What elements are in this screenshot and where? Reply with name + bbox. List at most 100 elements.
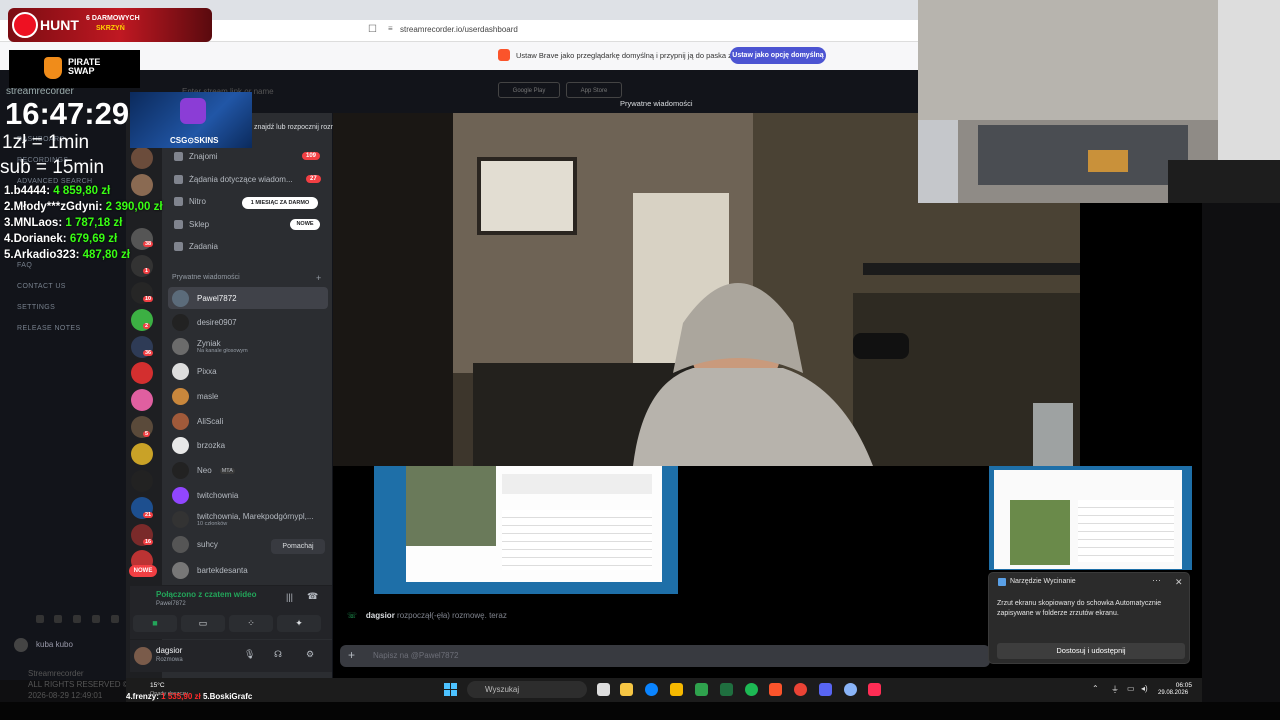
camera-button[interactable]: ■ (133, 615, 177, 632)
excel-icon[interactable] (720, 683, 733, 696)
avatar[interactable] (14, 638, 28, 652)
shop-icon (174, 220, 183, 229)
discord-icon[interactable] (36, 615, 44, 623)
weather-temp[interactable]: 15°C (150, 682, 165, 689)
donor-name: 3.MNLaos: (4, 217, 63, 229)
youtube-icon[interactable] (92, 615, 100, 623)
activities-button[interactable]: ⁘ (229, 615, 273, 632)
dm-item[interactable]: twitchownia (172, 487, 238, 504)
nav-contact-us[interactable]: CONTACT US (17, 283, 66, 290)
set-default-button[interactable]: Ustaw jako opcję domyślną (730, 47, 826, 64)
dm-item[interactable]: desire0907 (172, 314, 237, 331)
usb-icon[interactable]: ⏚ (1111, 684, 1119, 695)
dm-item[interactable]: suhcy (172, 536, 218, 553)
soundboard-button[interactable]: ✦ (277, 615, 321, 632)
footer-rights: ALL RIGHTS RESERVED © (28, 680, 129, 689)
site-info-icon[interactable]: ≡ (388, 24, 393, 33)
spotify-icon[interactable] (745, 683, 758, 696)
url-text[interactable]: streamrecorder.io/userdashboard (400, 25, 518, 34)
nav-advanced-search[interactable]: ADVANCED SEARCH (17, 178, 93, 185)
dm-item[interactable]: Neo MTA (172, 462, 235, 479)
edit-share-button[interactable]: Dostosuj i udostępnij (997, 643, 1185, 659)
brave-icon[interactable] (769, 683, 782, 696)
gear-icon[interactable]: ⚙ (306, 649, 314, 660)
avatar[interactable] (134, 647, 152, 665)
nitro-item[interactable]: Nitro (174, 197, 206, 206)
app-store-badge[interactable]: App Store (566, 82, 622, 98)
ticker-name-2: 5.BoskiGrafc (202, 692, 253, 701)
dm-item[interactable]: bartekdesanta (172, 562, 248, 579)
hunt-logo (12, 12, 38, 38)
attach-icon[interactable]: + (348, 648, 355, 662)
dm-item[interactable]: twitchownia, Marekpodgórnypl,... 10 człon… (172, 511, 314, 528)
donor-amount: 1 787,18 zł (65, 217, 123, 229)
mic-icon[interactable]: 🎙 (244, 649, 255, 660)
wave-button[interactable]: Pomachaj (271, 539, 325, 554)
account-name[interactable]: kuba kubo (36, 640, 73, 649)
message-author[interactable]: dagsior (366, 611, 395, 620)
taskbar-time[interactable]: 06:05 (1166, 682, 1192, 689)
voice-status[interactable]: Połączono z czatem wideo (156, 590, 256, 599)
dm-item[interactable]: AliScali (172, 413, 223, 430)
server-icon[interactable] (131, 470, 153, 492)
nav-settings[interactable]: SETTINGS (17, 304, 55, 311)
tiktok-icon[interactable] (111, 615, 119, 623)
server-icon[interactable] (131, 443, 153, 465)
server-icon[interactable] (131, 147, 153, 169)
dm-item[interactable]: Pawel7872 (172, 290, 237, 307)
server-icon[interactable] (131, 255, 153, 277)
explorer-icon[interactable] (670, 683, 683, 696)
taskbar-date[interactable]: 29.08.2026 (1158, 690, 1188, 696)
chrome-icon[interactable] (794, 683, 807, 696)
edge-icon[interactable] (645, 683, 658, 696)
new-dm-icon[interactable]: + (316, 273, 321, 283)
headset-icon[interactable]: ☊ (274, 649, 282, 660)
screen-share-button[interactable]: ▭ (181, 615, 225, 632)
friends-item[interactable]: Znajomi (174, 152, 217, 161)
server-icon[interactable] (131, 174, 153, 196)
instagram-icon[interactable] (54, 615, 62, 623)
dm-item[interactable]: Pixxa (172, 363, 217, 380)
server-badge: 10 (143, 296, 154, 302)
chevron-up-icon[interactable]: ⌃ (1092, 684, 1099, 693)
more-options-icon[interactable]: ··· (1152, 575, 1161, 585)
volume-icon[interactable]: ◂) (1141, 684, 1148, 693)
app-icon[interactable] (695, 683, 708, 696)
avatar (172, 562, 189, 579)
dm-name: Pawel7872 (197, 294, 237, 303)
tiktok-icon[interactable] (868, 683, 881, 696)
requests-badge: 27 (306, 175, 321, 183)
bookmark-icon[interactable]: ☐ (368, 24, 377, 35)
close-icon[interactable]: ✕ (1175, 577, 1183, 588)
quests-icon (174, 242, 183, 251)
discord-icon[interactable] (819, 683, 832, 696)
donor-name: 2.Młody***zGdyni: (4, 201, 103, 213)
nav-release-notes[interactable]: RELEASE NOTES (17, 325, 81, 332)
dm-item[interactable]: masle (172, 388, 218, 405)
call-header-title: Prywatne wiadomości (620, 99, 693, 108)
nitro-label: Nitro (189, 197, 206, 206)
display-icon[interactable]: ▭ (1127, 684, 1135, 693)
dm-item[interactable]: brzozka (172, 437, 225, 454)
dm-item[interactable]: Zyniak Na kanale głosowym (172, 338, 248, 355)
user-name[interactable]: dagsior (156, 646, 182, 655)
shop-item[interactable]: Sklep (174, 220, 209, 229)
shop-label: Sklep (189, 220, 210, 229)
dm-name: brzozka (197, 441, 226, 450)
app-icon[interactable] (844, 683, 857, 696)
server-icon[interactable] (131, 309, 153, 331)
google-play-badge[interactable]: Google Play (498, 82, 560, 98)
x-icon[interactable] (73, 615, 81, 623)
quests-item[interactable]: Zadania (174, 242, 218, 251)
leaderboard-entry: 3.MNLaos: 1 787,18 zł (4, 217, 122, 229)
soundboard-icon[interactable]: ||| (286, 592, 293, 602)
avatar (172, 363, 189, 380)
server-icon[interactable] (131, 362, 153, 384)
nav-faq[interactable]: FAQ (17, 262, 32, 269)
server-icon[interactable] (131, 389, 153, 411)
message-placeholder[interactable]: Napisz na @Pawel7872 (373, 651, 459, 660)
disconnect-icon[interactable]: ☎ (307, 591, 318, 602)
message-requests-item[interactable]: Żądania dotyczące wiadom... (174, 175, 293, 184)
snipping-tool-icon (998, 578, 1006, 586)
donor-name: 4.Dorianek: (4, 233, 67, 245)
